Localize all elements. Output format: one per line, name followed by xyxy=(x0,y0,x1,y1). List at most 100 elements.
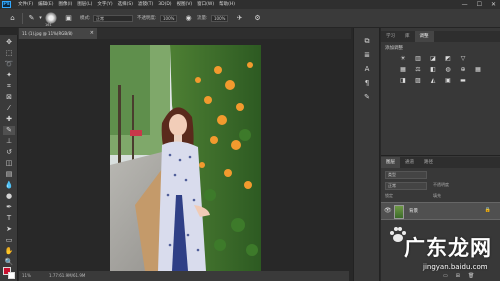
tab-channels[interactable]: 通道 xyxy=(400,157,419,168)
layer-row[interactable]: 👁 背景 🔒 xyxy=(381,202,500,220)
zoom-tool-icon[interactable]: 🔍 xyxy=(3,258,15,267)
blend-mode-select[interactable]: 正常 xyxy=(385,182,427,190)
menu-item[interactable]: 编辑(E) xyxy=(38,0,53,9)
mode-select[interactable]: 正常 xyxy=(93,15,133,22)
frame-tool-icon[interactable]: ⊠ xyxy=(3,93,15,102)
vibrance-icon[interactable]: ▽ xyxy=(459,55,467,62)
paragraph-icon[interactable]: ¶ xyxy=(361,78,373,88)
brightness-icon[interactable]: ☀ xyxy=(399,55,407,62)
lasso-tool-icon[interactable]: ➰ xyxy=(3,60,15,69)
layer-filter-select[interactable]: 类型 xyxy=(385,171,427,179)
close-button[interactable]: ✕ xyxy=(491,0,496,9)
properties-icon[interactable]: ≣ xyxy=(361,50,373,60)
eraser-tool-icon[interactable]: ◫ xyxy=(3,159,15,168)
layer-thumbnail xyxy=(394,205,404,219)
stamp-tool-icon[interactable]: ⊥ xyxy=(3,137,15,146)
zoom-level[interactable]: 11% xyxy=(22,271,31,281)
maximize-button[interactable]: ☐ xyxy=(477,0,482,9)
blur-tool-icon[interactable]: 💧 xyxy=(3,181,15,190)
color-balance-icon[interactable]: ⚖ xyxy=(414,66,422,73)
color-lookup-icon[interactable]: ▦ xyxy=(474,66,482,73)
hue-saturation-icon[interactable]: ▦ xyxy=(399,66,407,73)
type-tool-icon[interactable]: T xyxy=(3,214,15,223)
gradient-tool-icon[interactable]: ▤ xyxy=(3,170,15,179)
black-white-icon[interactable]: ◧ xyxy=(429,66,437,73)
document-info: 1.77:61.9M/61.9M xyxy=(49,273,86,278)
menu-bar: Ps 文件(F) 编辑(E) 图像(I) 图层(L) 文字(Y) 选择(S) 滤镜(T) 3D… xyxy=(0,0,500,9)
menu-item[interactable]: 视图(V) xyxy=(177,0,193,9)
history-icon[interactable]: ⧉ xyxy=(361,36,373,46)
dodge-tool-icon[interactable]: ● xyxy=(3,192,15,201)
watermark: 广东龙网 jingyan.baidu.com xyxy=(376,230,500,276)
menu-item[interactable]: 3D(D) xyxy=(158,0,171,9)
adjustments-row-2: ▦ ⚖ ◧ ◍ ⊕ ▦ xyxy=(399,66,482,73)
menu-item[interactable]: 帮助(H) xyxy=(219,0,235,9)
posterize-icon[interactable]: ▨ xyxy=(414,77,422,84)
opacity-field[interactable]: 100% xyxy=(160,15,177,22)
brush-settings-icon[interactable]: ▣ xyxy=(64,14,73,23)
eye-icon[interactable]: 👁 xyxy=(384,207,392,214)
tab-layers[interactable]: 图层 xyxy=(381,157,400,168)
layer-name: 背景 xyxy=(409,209,418,214)
selective-color-icon[interactable]: ▣ xyxy=(444,77,452,84)
curves-icon[interactable]: ◪ xyxy=(429,55,437,62)
invert-icon[interactable]: ◨ xyxy=(399,77,407,84)
main-menu: 文件(F) 编辑(E) 图像(I) 图层(L) 文字(Y) 选择(S) 滤镜(T) 3D(D)… xyxy=(18,0,235,9)
background-color-swatch[interactable] xyxy=(8,272,15,279)
menu-item[interactable]: 窗口(W) xyxy=(197,0,214,9)
document-tab-title: 11 (1).jpg @ 11%(RGB/8) xyxy=(22,31,73,36)
layer-opacity-label: 不透明度 xyxy=(433,182,449,187)
tab-learn[interactable]: 学习 xyxy=(381,31,400,42)
menu-item[interactable]: 文件(F) xyxy=(18,0,33,9)
tab-libraries[interactable]: 库 xyxy=(400,31,415,42)
airbrush-icon[interactable]: ✈ xyxy=(235,14,244,23)
photo-filter-icon[interactable]: ◍ xyxy=(444,66,452,73)
brush-tool-icon[interactable]: ✎ xyxy=(27,14,36,23)
menu-item[interactable]: 图层(L) xyxy=(77,0,92,9)
canvas-photo[interactable] xyxy=(110,45,261,271)
exposure-icon[interactable]: ◩ xyxy=(444,55,452,62)
marquee-tool-icon[interactable]: ⬚ xyxy=(3,49,15,58)
eyedropper-tool-icon[interactable]: ⁄ xyxy=(3,104,15,113)
menu-item[interactable]: 选择(S) xyxy=(118,0,133,9)
brush-tool-icon[interactable]: ✎ xyxy=(3,126,15,135)
document-tab[interactable]: 11 (1).jpg @ 11%(RGB/8) × xyxy=(19,28,97,39)
gradient-map-icon[interactable]: ▬ xyxy=(459,77,467,84)
menu-item[interactable]: 文字(Y) xyxy=(97,0,112,9)
channel-mixer-icon[interactable]: ⊕ xyxy=(459,66,467,73)
levels-icon[interactable]: ▥ xyxy=(414,55,422,62)
menu-item[interactable]: 滤镜(T) xyxy=(138,0,153,9)
symmetry-icon[interactable]: ⚙ xyxy=(253,14,262,23)
threshold-icon[interactable]: ◭ xyxy=(429,77,437,84)
pressure-opacity-icon[interactable]: ◉ xyxy=(184,14,193,23)
opacity-label: 不透明度: xyxy=(137,16,157,21)
healing-tool-icon[interactable]: ✚ xyxy=(3,115,15,124)
app-logo: Ps xyxy=(2,1,11,8)
options-bar: ⌂ ✎ ▾ 161 ▣ 模式: 正常 不透明度: 100% ◉ 流量: 100%… xyxy=(0,9,500,28)
tab-paths[interactable]: 路径 xyxy=(419,157,438,168)
brush-size: 161 xyxy=(45,23,52,27)
close-tab-icon[interactable]: × xyxy=(90,28,94,39)
quick-select-tool-icon[interactable]: ✦ xyxy=(3,71,15,80)
watermark-title: 广东龙网 xyxy=(404,236,492,260)
tab-adjustments[interactable]: 调整 xyxy=(414,31,434,42)
move-tool-icon[interactable]: ✥ xyxy=(3,38,15,47)
brush-settings-icon[interactable]: ✎ xyxy=(361,92,373,102)
minimize-button[interactable]: — xyxy=(462,0,468,9)
chevron-down-icon[interactable]: ▾ xyxy=(36,14,45,23)
watermark-url: jingyan.baidu.com xyxy=(423,263,488,271)
adjustments-subtitle: 添加调整 xyxy=(385,46,403,51)
path-select-tool-icon[interactable]: ➤ xyxy=(3,225,15,234)
home-icon[interactable]: ⌂ xyxy=(8,14,17,23)
panel-divider xyxy=(381,155,500,156)
character-icon[interactable]: A xyxy=(361,64,373,74)
history-brush-tool-icon[interactable]: ↺ xyxy=(3,148,15,157)
lock-icon: 🔒 xyxy=(484,207,491,213)
flow-field[interactable]: 100% xyxy=(211,15,228,22)
rectangle-tool-icon[interactable]: ▭ xyxy=(3,236,15,245)
hand-tool-icon[interactable]: ✋ xyxy=(3,247,15,256)
tools-panel: ✥ ⬚ ➰ ✦ ⌗ ⊠ ⁄ ✚ ✎ ⊥ ↺ ◫ ▤ 💧 ● ✒ T ➤ ▭ ✋ … xyxy=(0,35,18,281)
menu-item[interactable]: 图像(I) xyxy=(58,0,72,9)
crop-tool-icon[interactable]: ⌗ xyxy=(3,82,15,91)
pen-tool-icon[interactable]: ✒ xyxy=(3,203,15,212)
